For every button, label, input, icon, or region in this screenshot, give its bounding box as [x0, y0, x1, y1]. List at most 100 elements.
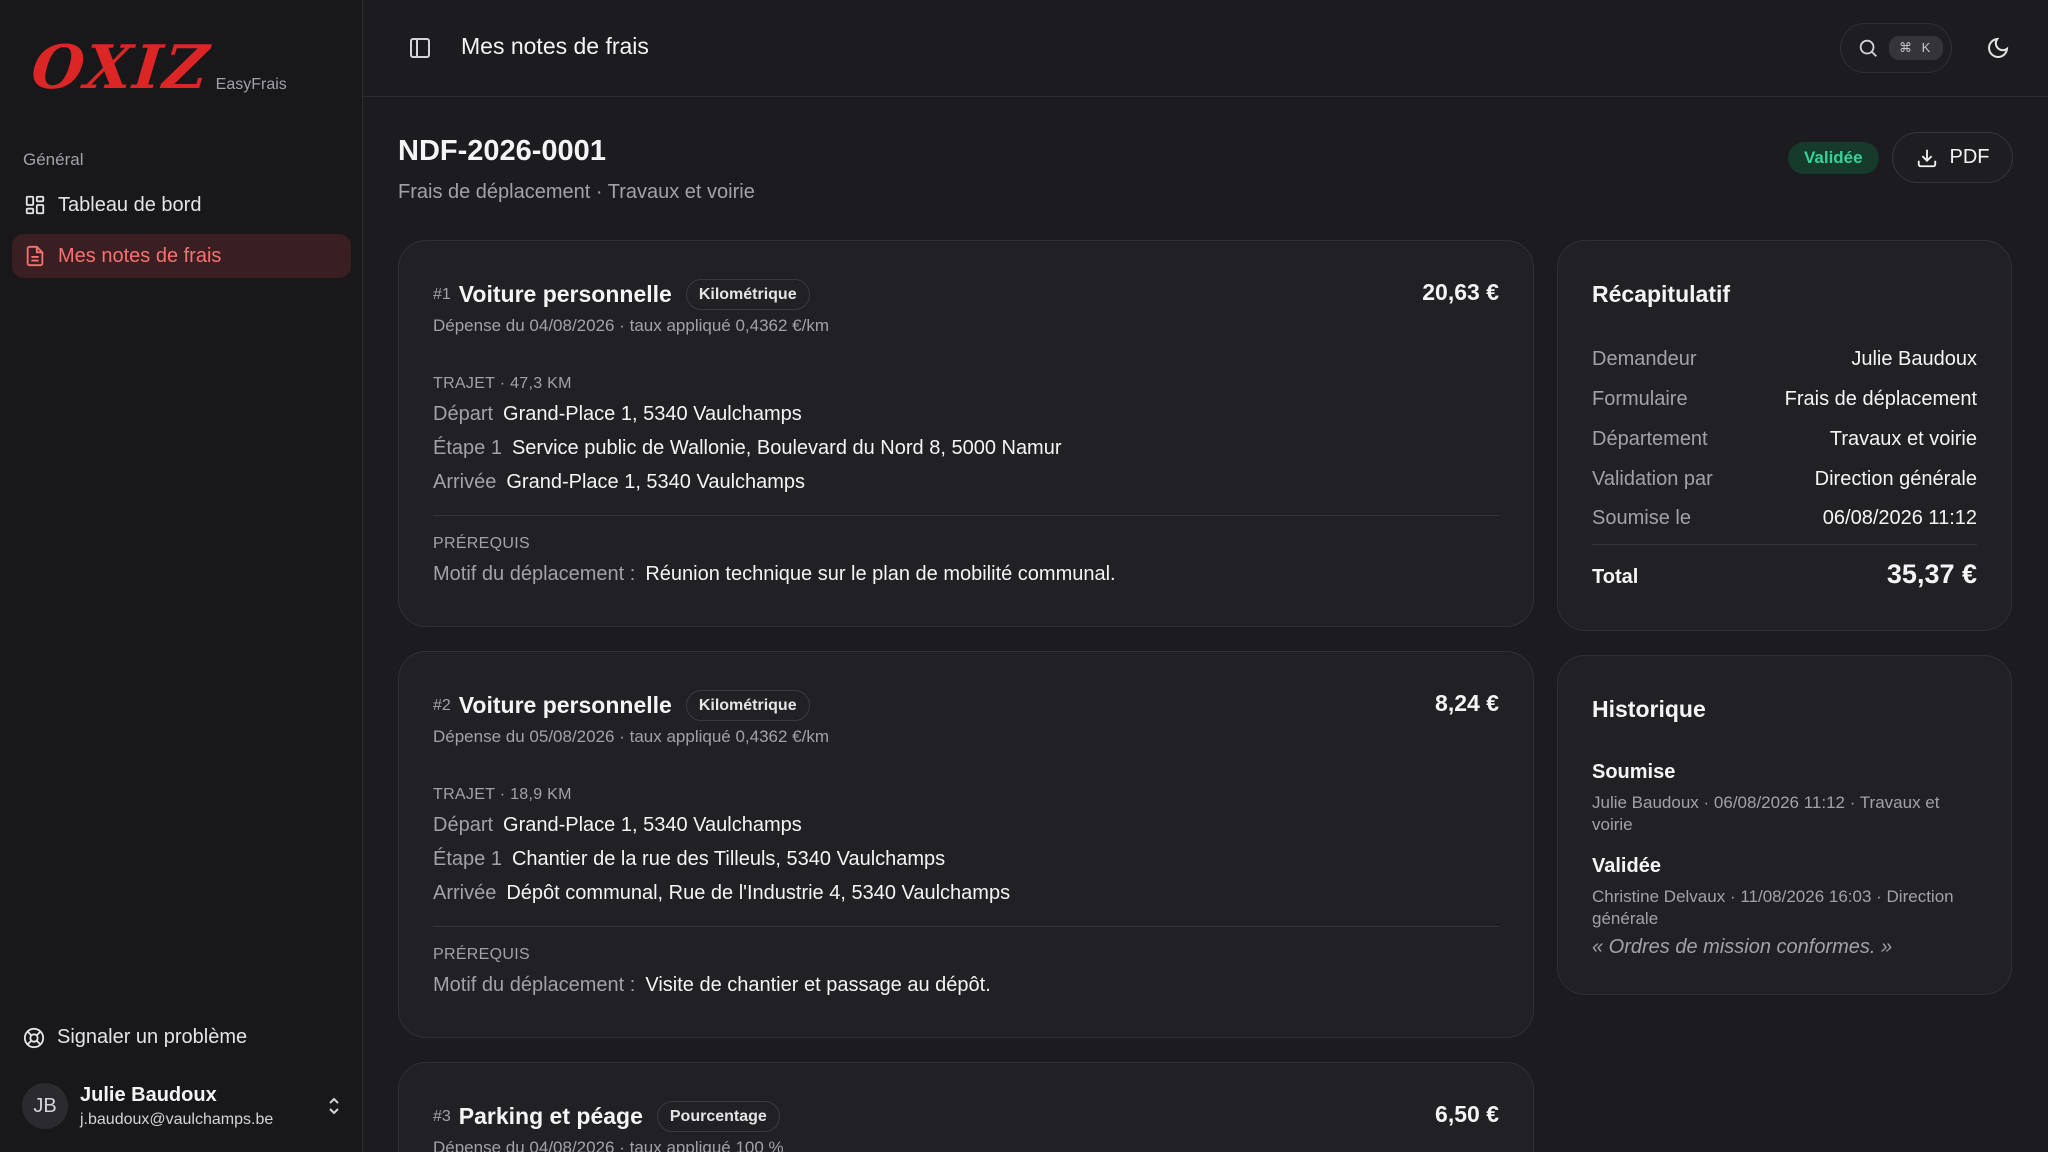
- prereq-value: Réunion technique sur le plan de mobilit…: [645, 563, 1116, 585]
- trip-stop-step: Étape 1 Chantier de la rue des Tilleuls,…: [433, 848, 945, 871]
- history-item-title: Validée: [1592, 855, 1661, 877]
- expense-title: Voiture personnelle: [458, 281, 672, 307]
- prereq-label: PRÉREQUIS: [433, 535, 530, 552]
- stop-value: Service public de Wallonie, Boulevard du…: [511, 437, 1062, 459]
- moon-icon[interactable]: [1986, 36, 2010, 60]
- page-title: NDF-2026-0001: [398, 135, 606, 167]
- stop-value: Grand-Place 1, 5340 Vaulchamps: [503, 814, 802, 836]
- stop-value: Dépôt communal, Rue de l'Industrie 4, 53…: [506, 882, 1011, 904]
- trip-stop-departure: Départ Grand-Place 1, 5340 Vaulchamps: [433, 403, 802, 426]
- status-badge: Validée: [1788, 142, 1879, 174]
- history-item-detail: Julie Baudoux · 06/08/2026 11:12 · Trava…: [1592, 793, 1940, 834]
- recap-row-submitted: Soumise le 06/08/2026 11:12: [1592, 507, 1977, 530]
- stop-key: Arrivée: [433, 471, 497, 493]
- total-label: Total: [1592, 566, 1639, 588]
- topbar: Mes notes de frais ⌘ K: [363, 0, 2048, 97]
- sidebar-item-dashboard[interactable]: Tableau de bord: [12, 183, 351, 227]
- logo-mark: OXIZ: [28, 33, 214, 103]
- report-problem-link[interactable]: Signaler un problème: [23, 1026, 247, 1049]
- trip-label: TRAJET · 18,9 KM: [433, 786, 572, 803]
- logo[interactable]: OXIZ EasyFrais: [28, 33, 287, 103]
- document-icon: [24, 245, 46, 267]
- recap-key: Département: [1592, 428, 1708, 450]
- trip-stop-arrival: Arrivée Grand-Place 1, 5340 Vaulchamps: [433, 471, 805, 494]
- report-problem-label: Signaler un problème: [57, 1026, 248, 1048]
- user-email: j.baudoux@vaulchamps.be: [80, 1110, 274, 1128]
- download-icon: [1916, 147, 1938, 169]
- trip-label: TRAJET · 47,3 KM: [433, 375, 572, 392]
- chevron-up-down-icon: [324, 1094, 344, 1118]
- search-button[interactable]: ⌘ K: [1840, 23, 1952, 73]
- expense-number: #2: [433, 696, 451, 714]
- topbar-title: Mes notes de frais: [461, 33, 649, 59]
- divider: [1592, 544, 1977, 545]
- expense-type-badge: Pourcentage: [656, 1101, 780, 1132]
- stop-value: Chantier de la rue des Tilleuls, 5340 Va…: [511, 848, 946, 870]
- recap-key: Formulaire: [1592, 388, 1688, 410]
- prereq-row: Motif du déplacement : Réunion technique…: [433, 563, 1116, 586]
- prereq-key: Motif du déplacement :: [433, 974, 636, 996]
- history-item-comment: « Ordres de mission conformes. »: [1592, 936, 1893, 958]
- expense-header: #1 Voiture personnelle Kilométrique: [433, 279, 810, 310]
- sidebar-item-expense-notes[interactable]: Mes notes de frais: [12, 234, 351, 278]
- recap-key: Soumise le: [1592, 507, 1691, 529]
- expense-title: Parking et péage: [458, 1103, 643, 1129]
- prereq-value: Visite de chantier et passage au dépôt.: [645, 974, 991, 996]
- user-menu[interactable]: JB Julie Baudoux j.baudoux@vaulchamps.be: [22, 1080, 344, 1132]
- history-item-validated: Validée Christine Delvaux · 11/08/2026 1…: [1592, 855, 1977, 959]
- divider: [433, 926, 1499, 927]
- stop-key: Départ: [433, 403, 494, 425]
- recap-value: Frais de déplacement: [1784, 388, 1977, 410]
- dashboard-icon: [24, 194, 46, 216]
- lifebuoy-icon: [23, 1027, 45, 1049]
- download-pdf-button[interactable]: PDF: [1892, 132, 2013, 183]
- recap-key: Validation par: [1592, 468, 1713, 490]
- expense-amount: 8,24 €: [1435, 690, 1499, 716]
- trip-stop-departure: Départ Grand-Place 1, 5340 Vaulchamps: [433, 814, 802, 837]
- recap-row-requester: Demandeur Julie Baudoux: [1592, 348, 1977, 371]
- app-root: OXIZ EasyFrais Général Tableau de bord M…: [0, 0, 2048, 1152]
- expense-card: #1 Voiture personnelle Kilométrique 20,6…: [398, 240, 1534, 627]
- stop-value: Grand-Place 1, 5340 Vaulchamps: [506, 471, 806, 493]
- sidebar-toggle-icon[interactable]: [408, 36, 432, 60]
- recap-card: Récapitulatif Demandeur Julie Baudoux Fo…: [1557, 240, 2012, 631]
- stop-key: Étape 1: [433, 437, 502, 459]
- expense-header: #2 Voiture personnelle Kilométrique: [433, 690, 810, 721]
- user-name: Julie Baudoux: [80, 1083, 217, 1106]
- expense-amount: 20,63 €: [1422, 279, 1499, 305]
- pdf-button-label: PDF: [1949, 146, 1990, 168]
- history-item-submitted: Soumise Julie Baudoux · 06/08/2026 11:12…: [1592, 761, 1977, 836]
- main-content: Mes notes de frais ⌘ K NDF-2026-0001 Fra…: [363, 0, 2048, 1152]
- expense-meta: Dépense du 04/08/2026 · taux appliqué 10…: [433, 1138, 784, 1152]
- expense-card: #2 Voiture personnelle Kilométrique 8,24…: [398, 651, 1534, 1038]
- recap-key: Demandeur: [1592, 348, 1697, 370]
- recap-value: Travaux et voirie: [1829, 428, 1977, 450]
- logo-subtitle: EasyFrais: [215, 76, 287, 93]
- sidebar: OXIZ EasyFrais Général Tableau de bord M…: [0, 0, 363, 1152]
- recap-row-form: Formulaire Frais de déplacement: [1592, 388, 1977, 411]
- page-subtitle: Frais de déplacement · Travaux et voirie: [398, 181, 755, 203]
- prereq-label: PRÉREQUIS: [433, 946, 530, 963]
- total-value: 35,37 €: [1886, 559, 1977, 589]
- stop-key: Départ: [433, 814, 494, 836]
- expense-number: #1: [433, 285, 451, 303]
- search-shortcut: ⌘ K: [1889, 36, 1944, 60]
- expense-card: #3 Parking et péage Pourcentage 6,50 € D…: [398, 1062, 1534, 1152]
- user-info: Julie Baudoux j.baudoux@vaulchamps.be: [80, 1084, 324, 1129]
- prereq-key: Motif du déplacement :: [433, 563, 636, 585]
- history-title: Historique: [1592, 696, 1706, 722]
- expense-type-badge: Kilométrique: [685, 690, 810, 721]
- recap-value: Julie Baudoux: [1851, 348, 1977, 370]
- expense-type-badge: Kilométrique: [685, 279, 810, 310]
- trip-stop-arrival: Arrivée Dépôt communal, Rue de l'Industr…: [433, 882, 1010, 905]
- expense-amount: 6,50 €: [1435, 1101, 1499, 1127]
- nav-group-label: Général: [23, 150, 84, 169]
- recap-row-department: Département Travaux et voirie: [1592, 428, 1977, 451]
- recap-value: Direction générale: [1814, 468, 1977, 490]
- stop-key: Arrivée: [433, 882, 497, 904]
- history-item-title: Soumise: [1592, 761, 1676, 783]
- divider: [433, 515, 1499, 516]
- search-icon: [1857, 37, 1879, 59]
- prereq-row: Motif du déplacement : Visite de chantie…: [433, 974, 991, 997]
- expense-header: #3 Parking et péage Pourcentage: [433, 1101, 780, 1132]
